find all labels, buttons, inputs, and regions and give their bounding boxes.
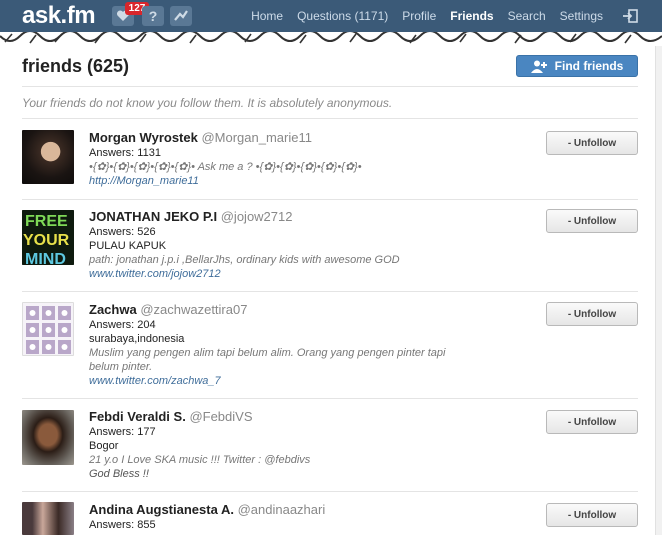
divider: [22, 118, 638, 119]
friend-name[interactable]: Morgan Wyrostek: [89, 130, 198, 145]
unfollow-button[interactable]: - Unfollow: [546, 302, 638, 326]
svg-text:MIND: MIND: [25, 251, 66, 265]
friend-location: PULAU KAPUK: [89, 240, 167, 252]
friend-link[interactable]: www.twitter.com/jojow2712: [89, 267, 489, 281]
svg-text:YOUR: YOUR: [23, 232, 70, 249]
friend-handle[interactable]: @zachwazettira07: [140, 302, 247, 317]
friend-bio: •{✿}•{✿}•{✿}•{✿}•{✿}• Ask me a ? •{✿}•{✿…: [89, 161, 362, 173]
divider: [22, 491, 638, 492]
activity-icon[interactable]: [170, 6, 192, 26]
nav-profile[interactable]: Profile: [395, 9, 443, 23]
friend-row: Febdi Veraldi S. @FebdiVS Answers: 177 B…: [22, 409, 638, 489]
friend-bio: 21 y.o I Love SKA music !!! Twitter : @f…: [89, 454, 311, 466]
nav-friends[interactable]: Friends: [443, 9, 500, 23]
friend-row: Andina Augstianesta A. @andinaazhari Ans…: [22, 502, 638, 535]
answers-count: Answers: 204: [89, 319, 156, 331]
friend-bio: Muslim yang pengen alim tapi belum alim.…: [89, 347, 446, 373]
answers-count: Answers: 177: [89, 426, 156, 438]
divider: [22, 199, 638, 200]
friend-handle[interactable]: @jojow2712: [221, 209, 293, 224]
friend-bio: path: jonathan j.p.i ,BellarJhs, ordinar…: [89, 254, 400, 266]
avatar[interactable]: FREE YOUR MIND: [22, 210, 74, 265]
divider: [22, 86, 638, 87]
friend-handle[interactable]: @FebdiVS: [189, 409, 252, 424]
friend-location: surabaya,indonesia: [89, 333, 185, 345]
find-friends-label: Find friends: [554, 59, 624, 73]
friend-row: Morgan Wyrostek @Morgan_marie11 Answers:…: [22, 130, 638, 200]
right-edge: [655, 46, 662, 535]
friend-name[interactable]: Andina Augstianesta A.: [89, 502, 234, 517]
avatar[interactable]: [22, 302, 74, 356]
answers-count: Answers: 855: [89, 519, 156, 531]
nav-settings[interactable]: Settings: [553, 9, 610, 23]
friend-name[interactable]: JONATHAN JEKO P.I: [89, 209, 217, 224]
page-title: friends (625): [22, 56, 130, 76]
questions-icon[interactable]: ?: [142, 6, 164, 26]
avatar[interactable]: [22, 410, 74, 465]
friend-link[interactable]: www.twitter.com/zachwa_7: [89, 374, 489, 388]
divider: [22, 291, 638, 292]
avatar[interactable]: [22, 130, 74, 184]
anonymity-notice: Your friends do not know you follow them…: [22, 96, 393, 110]
friend-handle[interactable]: @Morgan_marie11: [201, 130, 312, 145]
friend-link[interactable]: http://Morgan_marie11: [89, 174, 489, 188]
nav-questions[interactable]: Questions (1171): [290, 9, 395, 23]
divider: [22, 398, 638, 399]
friend-name[interactable]: Zachwa: [89, 302, 137, 317]
friend-row: Zachwa @zachwazettira07 Answers: 204 sur…: [22, 302, 638, 397]
unfollow-button[interactable]: - Unfollow: [546, 131, 638, 155]
unfollow-button[interactable]: - Unfollow: [546, 209, 638, 233]
friend-row: FREE YOUR MIND JONATHAN JEKO P.I @jojow2…: [22, 209, 638, 289]
nav-home[interactable]: Home: [244, 9, 290, 23]
add-user-icon: [530, 60, 547, 73]
svg-text:FREE: FREE: [25, 213, 68, 230]
logout-icon[interactable]: [622, 8, 638, 24]
friend-handle[interactable]: @andinaazhari: [238, 502, 326, 517]
top-navigation-bar: ask.fm 127 ? Home Questions (1171) Profi…: [0, 0, 662, 32]
find-friends-button[interactable]: Find friends: [516, 55, 638, 77]
profile-background-banner: [0, 32, 662, 46]
nav-search[interactable]: Search: [501, 9, 553, 23]
friend-location: Bogor: [89, 440, 119, 452]
unfollow-button[interactable]: - Unfollow: [546, 410, 638, 434]
friend-name[interactable]: Febdi Veraldi S.: [89, 409, 186, 424]
unfollow-button[interactable]: - Unfollow: [546, 503, 638, 527]
answers-count: Answers: 1131: [89, 147, 161, 159]
main-nav: Home Questions (1171) Profile Friends Se…: [244, 0, 610, 32]
askfm-logo[interactable]: ask.fm: [22, 2, 96, 30]
friend-bio-line2: God Bless !!: [89, 468, 149, 480]
avatar[interactable]: [22, 502, 74, 535]
answers-count: Answers: 526: [89, 226, 156, 238]
